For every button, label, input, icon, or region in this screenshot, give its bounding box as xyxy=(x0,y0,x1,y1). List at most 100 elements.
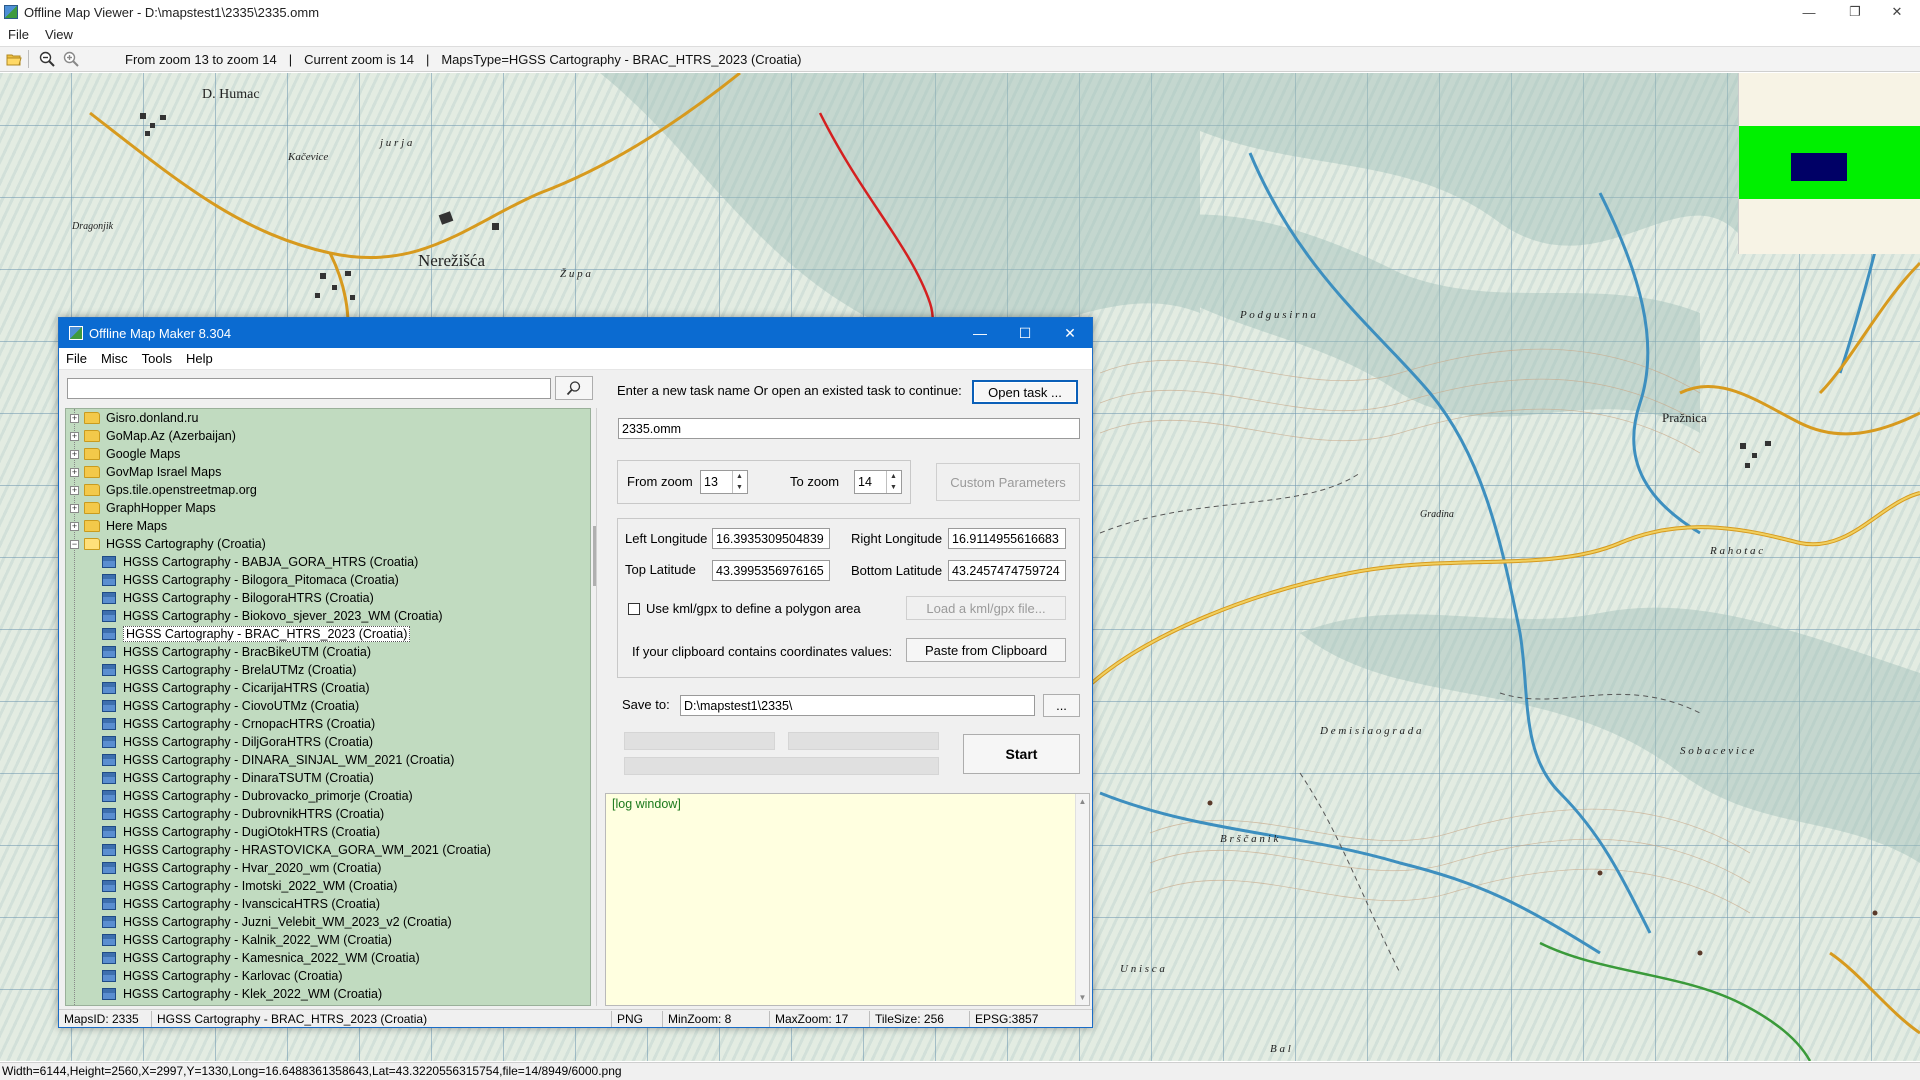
tree-scrollbar-thumb[interactable] xyxy=(593,526,596,586)
tree-map-label: HGSS Cartography - HRASTOVICKA_GORA_WM_2… xyxy=(123,843,491,857)
task-name-input[interactable]: 2335.omm xyxy=(618,418,1080,439)
from-zoom-spin-arrows[interactable]: ▲ ▼ xyxy=(732,471,746,493)
tree-folder[interactable]: − HGSS Cartography (Croatia) xyxy=(66,535,590,553)
tree-map-item[interactable]: HGSS Cartography - Bilogora_Pitomaca (Cr… xyxy=(66,571,590,589)
zoom-range-text: From zoom 13 to zoom 14 xyxy=(125,51,277,67)
search-button[interactable] xyxy=(555,376,593,400)
menu-file[interactable]: File xyxy=(0,27,37,42)
use-kml-checkbox[interactable] xyxy=(628,603,640,615)
browse-button[interactable]: ... xyxy=(1043,694,1080,717)
open-folder-icon[interactable] xyxy=(4,49,24,69)
tree-map-item[interactable]: HGSS Cartography - Kalnik_2022_WM (Croat… xyxy=(66,931,590,949)
dialog-menu-tools[interactable]: Tools xyxy=(135,351,179,366)
map-layer-icon xyxy=(102,970,116,982)
tree-folder[interactable]: + GovMap Israel Maps xyxy=(66,463,590,481)
to-zoom-value: 14 xyxy=(858,475,872,489)
map-label: D e m i s i a o g r a d a xyxy=(1320,725,1422,737)
tree-folder[interactable]: + Gisro.donland.ru xyxy=(66,409,590,427)
maps-search-input[interactable] xyxy=(67,378,551,399)
tree-map-item[interactable]: HGSS Cartography - BilogoraHTRS (Croatia… xyxy=(66,589,590,607)
dialog-minimize-button[interactable]: — xyxy=(957,318,1003,348)
map-layer-icon xyxy=(102,718,116,730)
open-task-button[interactable]: Open task ... xyxy=(972,380,1078,404)
tree-map-item[interactable]: HGSS Cartography - BRAC_HTRS_2023 (Croat… xyxy=(66,625,590,643)
dialog-menu-help[interactable]: Help xyxy=(179,351,220,366)
map-label: D. Humac xyxy=(202,87,260,102)
tree-map-item[interactable]: HGSS Cartography - Juzni_Velebit_WM_2023… xyxy=(66,913,590,931)
status-tile-size: TileSize: 256 xyxy=(870,1010,970,1027)
start-button[interactable]: Start xyxy=(963,734,1080,774)
tree-map-item[interactable]: HGSS Cartography - CicarijaHTRS (Croatia… xyxy=(66,679,590,697)
progress-bar-2 xyxy=(788,732,939,750)
top-latitude-input[interactable]: 43.3995356976165 xyxy=(712,560,830,581)
map-label: B r š č a n i k xyxy=(1220,833,1279,845)
map-layer-icon xyxy=(102,880,116,892)
main-status-bar: Width=6144,Height=2560,X=2997,Y=1330,Lon… xyxy=(0,1062,1920,1080)
dialog-menu-misc[interactable]: Misc xyxy=(94,351,135,366)
paste-from-clipboard-button[interactable]: Paste from Clipboard xyxy=(906,638,1066,662)
tree-map-label: HGSS Cartography - Juzni_Velebit_WM_2023… xyxy=(123,915,452,929)
tree-map-item[interactable]: HGSS Cartography - CiovoUTMz (Croatia) xyxy=(66,697,590,715)
tree-map-item[interactable]: HGSS Cartography - DiljGoraHTRS (Croatia… xyxy=(66,733,590,751)
tree-folder-label: Here Maps xyxy=(106,519,168,533)
expand-icon[interactable]: + xyxy=(70,431,79,441)
expand-icon[interactable]: + xyxy=(70,467,79,477)
restore-button[interactable]: ❐ xyxy=(1832,0,1878,24)
overview-minimap[interactable] xyxy=(1738,73,1920,254)
save-to-input[interactable]: D:\mapstest1\2335\ xyxy=(680,695,1035,716)
load-kml-button[interactable]: Load a kml/gpx file... xyxy=(906,596,1066,620)
menu-view[interactable]: View xyxy=(37,27,81,42)
tree-folder[interactable]: + GraphHopper Maps xyxy=(66,499,590,517)
expand-icon[interactable]: + xyxy=(70,521,79,531)
bottom-latitude-input[interactable]: 43.2457474759724 xyxy=(948,560,1066,581)
dialog-menu-file[interactable]: File xyxy=(59,351,94,366)
tree-map-item[interactable]: HGSS Cartography - CrnopacHTRS (Croatia) xyxy=(66,715,590,733)
tree-folder[interactable]: + Gps.tile.openstreetmap.org xyxy=(66,481,590,499)
to-zoom-spin-arrows[interactable]: ▲ ▼ xyxy=(886,471,900,493)
tree-folder[interactable]: + Here Maps xyxy=(66,517,590,535)
tree-map-item[interactable]: HGSS Cartography - BABJA_GORA_HTRS (Croa… xyxy=(66,553,590,571)
custom-parameters-button[interactable]: Custom Parameters xyxy=(936,463,1080,501)
tree-map-item[interactable]: HGSS Cartography - DINARA_SINJAL_WM_2021… xyxy=(66,751,590,769)
toolbar: From zoom 13 to zoom 14 | Current zoom i… xyxy=(0,46,1920,72)
tree-map-item[interactable]: HGSS Cartography - Dubrovacko_primorje (… xyxy=(66,787,590,805)
tree-map-item[interactable]: HGSS Cartography - Karlovac (Croatia) xyxy=(66,967,590,985)
expand-icon[interactable]: + xyxy=(70,485,79,495)
tree-map-item[interactable]: HGSS Cartography - Klek_2022_WM (Croatia… xyxy=(66,985,590,1003)
panel-splitter[interactable] xyxy=(596,408,597,1006)
tree-map-item[interactable]: HGSS Cartography - Hvar_2020_wm (Croatia… xyxy=(66,859,590,877)
dialog-maximize-button[interactable]: ☐ xyxy=(1002,318,1048,348)
right-longitude-input[interactable]: 16.9114955616683 xyxy=(948,528,1066,549)
tree-folder[interactable]: + GoMap.Az (Azerbaijan) xyxy=(66,427,590,445)
close-button[interactable]: ✕ xyxy=(1874,0,1920,24)
tree-map-item[interactable]: HGSS Cartography - Imotski_2022_WM (Croa… xyxy=(66,877,590,895)
tree-folder[interactable]: + Google Maps xyxy=(66,445,590,463)
tree-map-item[interactable]: HGSS Cartography - HRASTOVICKA_GORA_WM_2… xyxy=(66,841,590,859)
from-zoom-value: 13 xyxy=(704,475,718,489)
tree-map-item[interactable]: HGSS Cartography - IvanscicaHTRS (Croati… xyxy=(66,895,590,913)
zoom-in-icon[interactable] xyxy=(61,49,81,69)
expand-icon[interactable]: + xyxy=(70,503,79,513)
to-zoom-spinner[interactable]: 14 ▲ ▼ xyxy=(854,470,902,494)
minimize-button[interactable]: — xyxy=(1786,0,1832,24)
tree-map-item[interactable]: HGSS Cartography - DinaraTSUTM (Croatia) xyxy=(66,769,590,787)
tree-map-item[interactable]: HGSS Cartography - Kamesnica_2022_WM (Cr… xyxy=(66,949,590,967)
tree-map-item[interactable]: HGSS Cartography - DubrovnikHTRS (Croati… xyxy=(66,805,590,823)
tree-map-item[interactable]: HGSS Cartography - DugiOtokHTRS (Croatia… xyxy=(66,823,590,841)
expand-icon[interactable]: + xyxy=(70,413,79,423)
from-zoom-spinner[interactable]: 13 ▲ ▼ xyxy=(700,470,748,494)
top-latitude-label: Top Latitude xyxy=(625,562,696,577)
tree-map-item[interactable]: HGSS Cartography - BrelaUTMz (Croatia) xyxy=(66,661,590,679)
collapse-icon[interactable]: − xyxy=(70,539,79,549)
maps-tree[interactable]: + Gisro.donland.ru + GoMap.Az (Azerbaijan) +… xyxy=(65,408,591,1006)
dialog-close-button[interactable]: ✕ xyxy=(1047,318,1093,348)
tree-map-label: HGSS Cartography - BracBikeUTM (Croatia) xyxy=(123,645,371,659)
tree-map-item[interactable]: HGSS Cartography - BracBikeUTM (Croatia) xyxy=(66,643,590,661)
expand-icon[interactable]: + xyxy=(70,449,79,459)
map-layer-icon xyxy=(102,790,116,802)
tree-map-item[interactable]: HGSS Cartography - Biokovo_sjever_2023_W… xyxy=(66,607,590,625)
log-window[interactable]: [log window] ▲ ▼ xyxy=(605,793,1090,1006)
zoom-out-icon[interactable] xyxy=(37,49,57,69)
log-scrollbar[interactable]: ▲ ▼ xyxy=(1075,794,1089,1005)
left-longitude-input[interactable]: 16.3935309504839 xyxy=(712,528,830,549)
